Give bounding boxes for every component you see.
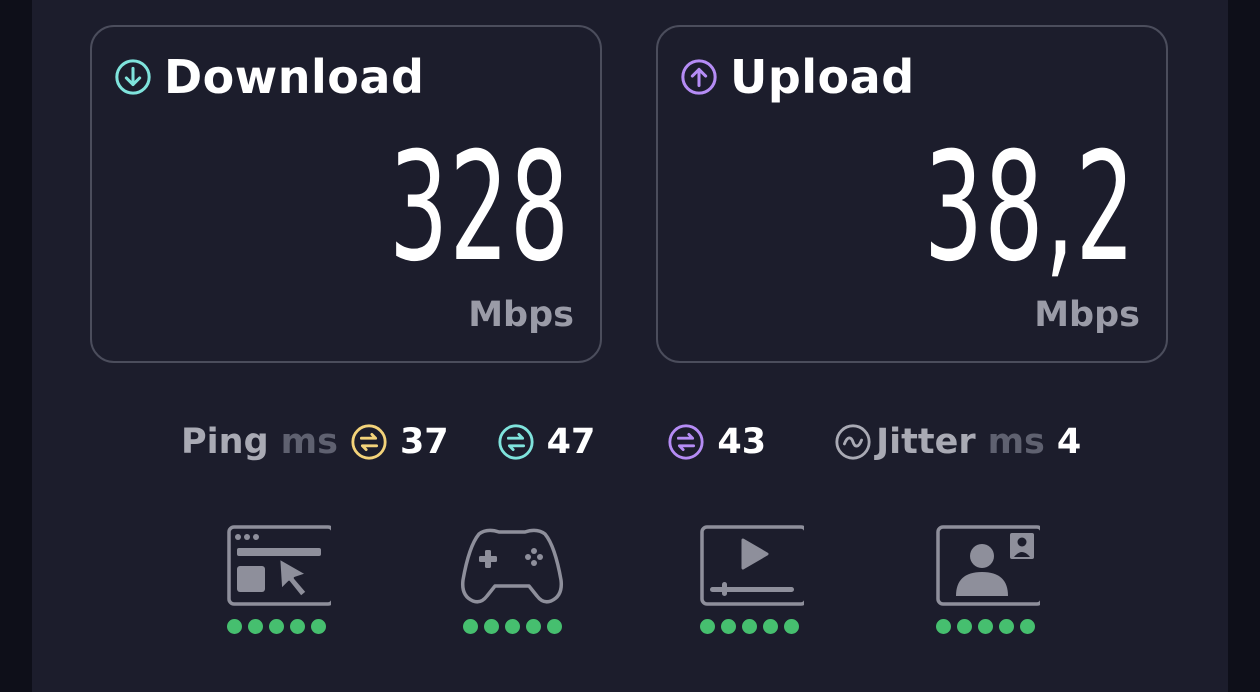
rating-dot	[462, 619, 478, 634]
download-speed-value: 328	[388, 121, 570, 295]
gaming-rating	[452, 619, 572, 634]
upload-card: Upload 38,2 Mbps	[656, 25, 1168, 363]
rating-dot	[525, 619, 541, 634]
web-browsing-rating	[216, 619, 336, 634]
rating-dot	[977, 619, 993, 634]
rating-dot	[720, 619, 736, 634]
video-streaming-rating	[689, 619, 809, 634]
ping-upload: 43	[667, 422, 766, 462]
rating-dot	[956, 619, 972, 634]
web-browsing-icon	[227, 525, 331, 606]
ping-download: 47	[497, 422, 596, 462]
arrow-up-circle-icon	[681, 59, 717, 95]
ping-idle-icon	[351, 424, 387, 460]
rating-dot	[310, 619, 326, 634]
rating-dot	[783, 619, 799, 634]
ping-upload-value: 43	[717, 422, 767, 462]
jitter: Jitter ms 4	[834, 422, 1081, 462]
rating-dot	[699, 619, 715, 634]
download-unit: Mbps	[468, 295, 574, 335]
rating-dot	[247, 619, 263, 634]
rating-dot	[289, 619, 305, 634]
rating-dot	[546, 619, 562, 634]
ping-label: Ping	[181, 422, 269, 462]
upload-title: Upload	[730, 50, 915, 104]
ping-idle: 37	[350, 422, 449, 462]
rating-dot	[226, 619, 242, 634]
download-card: Download 328 Mbps	[90, 25, 602, 363]
jitter-unit: ms	[987, 422, 1045, 462]
upload-header: Upload	[680, 50, 915, 104]
rating-dot	[741, 619, 757, 634]
latency-row: Ping ms 37 47 43 Jitter ms 4	[181, 418, 1081, 466]
video-streaming-icon	[700, 525, 804, 606]
arrow-down-circle-icon	[115, 59, 151, 95]
ping-unit: ms	[280, 422, 338, 462]
ping-download-value: 47	[546, 422, 596, 462]
download-title: Download	[164, 50, 425, 104]
wave-circle-icon	[835, 424, 871, 460]
upload-unit: Mbps	[1034, 295, 1140, 335]
rating-dot	[998, 619, 1014, 634]
rating-dot	[504, 619, 520, 634]
app-video-streaming	[689, 522, 809, 634]
download-header: Download	[114, 50, 425, 104]
jitter-value: 4	[1056, 422, 1082, 462]
ping-download-icon	[498, 424, 534, 460]
video-call-rating	[925, 619, 1045, 634]
rating-dot	[935, 619, 951, 634]
ping-upload-icon	[668, 424, 704, 460]
upload-speed-value: 38,2	[923, 121, 1136, 295]
app-web-browsing	[216, 522, 336, 634]
ping-idle-value: 37	[399, 422, 449, 462]
rating-dot	[483, 619, 499, 634]
app-gaming	[452, 522, 572, 634]
rating-dot	[268, 619, 284, 634]
video-call-icon	[936, 525, 1040, 606]
gaming-controller-icon	[460, 528, 564, 604]
jitter-label: Jitter	[876, 422, 976, 462]
app-video-call	[925, 522, 1045, 634]
rating-dot	[762, 619, 778, 634]
rating-dot	[1019, 619, 1035, 634]
